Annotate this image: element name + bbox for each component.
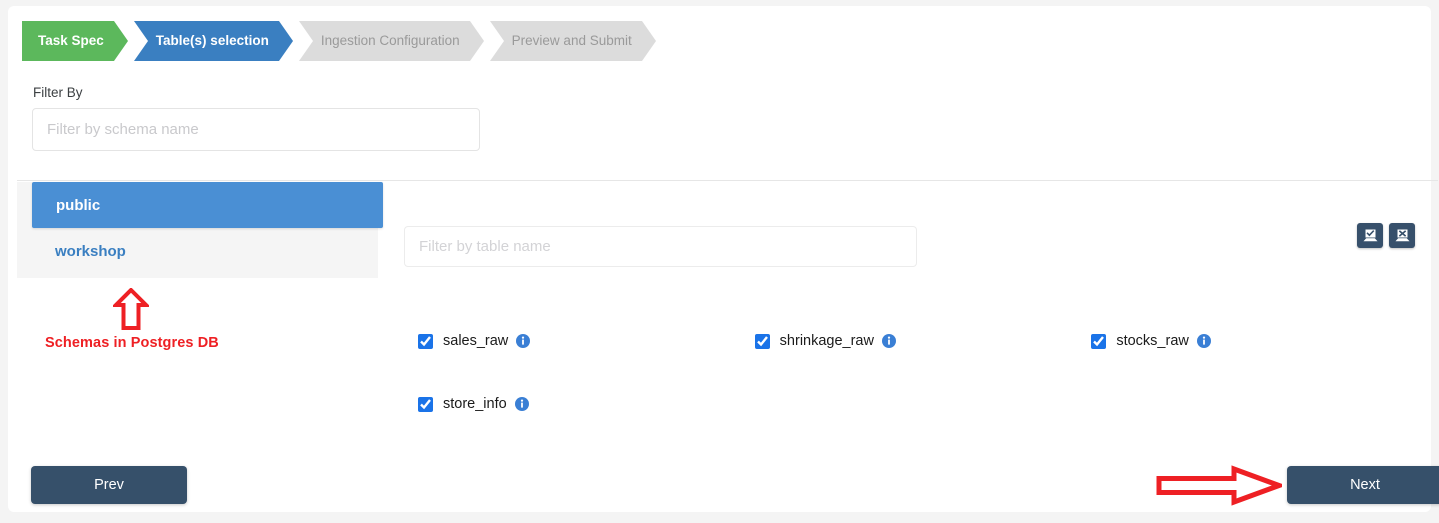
annotation-up-arrow-icon bbox=[113, 288, 149, 330]
table-name-label: shrinkage_raw bbox=[779, 333, 874, 349]
info-icon[interactable] bbox=[881, 334, 896, 348]
next-button[interactable]: Next bbox=[1287, 466, 1439, 504]
wizard-step-label: Ingestion Configuration bbox=[320, 33, 460, 49]
bulk-actions bbox=[1357, 223, 1415, 248]
table-item-store-info[interactable]: store_info bbox=[418, 395, 761, 417]
table-name-label: sales_raw bbox=[443, 333, 509, 349]
schema-filter-input[interactable] bbox=[32, 108, 480, 151]
annotation-caption: Schemas in Postgres DB bbox=[45, 335, 219, 351]
info-icon[interactable] bbox=[514, 397, 529, 411]
section-divider bbox=[17, 180, 1438, 181]
step-arrow-head bbox=[469, 21, 484, 61]
sidebar-item-workshop[interactable]: workshop bbox=[17, 228, 378, 274]
step-tail-notch bbox=[133, 21, 148, 61]
step-tail-notch bbox=[298, 21, 313, 61]
wizard-step-task-spec[interactable]: Task Spec bbox=[22, 21, 128, 61]
step-arrow-head bbox=[113, 21, 128, 61]
table-item-shrinkage-raw[interactable]: shrinkage_raw bbox=[754, 332, 1092, 354]
table-checkbox[interactable] bbox=[1091, 334, 1107, 349]
table-row: sales_raw shrinkage_raw stocks_raw bbox=[418, 332, 1428, 395]
info-icon[interactable] bbox=[516, 334, 531, 348]
table-filter-input[interactable] bbox=[404, 226, 917, 267]
table-name-label: stocks_raw bbox=[1116, 333, 1189, 349]
select-all-button[interactable] bbox=[1357, 223, 1383, 248]
table-item-sales-raw[interactable]: sales_raw bbox=[418, 332, 755, 354]
wizard-steps: Task Spec Table(s) selection Ingestion C… bbox=[22, 21, 662, 61]
tables-list: sales_raw shrinkage_raw stocks_raw store… bbox=[418, 332, 1428, 458]
check-all-icon bbox=[1363, 229, 1377, 241]
schema-list: public workshop bbox=[17, 182, 383, 278]
info-icon[interactable] bbox=[1196, 334, 1211, 348]
step-tail-notch bbox=[489, 21, 504, 61]
sidebar-item-label: workshop bbox=[55, 242, 126, 260]
uncheck-all-icon bbox=[1395, 229, 1409, 241]
wizard-step-preview-and-submit[interactable]: Preview and Submit bbox=[489, 21, 656, 61]
wizard-step-ingestion-configuration[interactable]: Ingestion Configuration bbox=[298, 21, 484, 61]
wizard-card: Task Spec Table(s) selection Ingestion C… bbox=[8, 6, 1439, 512]
sidebar-item-public[interactable]: public bbox=[32, 182, 383, 228]
step-arrow-head bbox=[641, 21, 656, 61]
deselect-all-button[interactable] bbox=[1389, 223, 1415, 248]
filter-by-label: Filter By bbox=[33, 85, 83, 100]
wizard-step-label: Task Spec bbox=[38, 33, 104, 49]
wizard-step-label: Table(s) selection bbox=[155, 33, 269, 49]
step-arrow-head bbox=[278, 21, 293, 61]
sidebar-item-label: public bbox=[56, 196, 101, 214]
table-checkbox[interactable] bbox=[418, 334, 433, 349]
prev-button[interactable]: Prev bbox=[31, 466, 187, 504]
wizard-step-label: Preview and Submit bbox=[511, 33, 632, 49]
table-name-label: store_info bbox=[443, 396, 507, 412]
annotation-right-arrow-icon bbox=[1156, 465, 1282, 506]
table-checkbox[interactable] bbox=[418, 397, 433, 412]
wizard-step-tables-selection[interactable]: Table(s) selection bbox=[133, 21, 293, 61]
table-row: store_info bbox=[418, 395, 1428, 458]
page-background: Task Spec Table(s) selection Ingestion C… bbox=[0, 0, 1439, 523]
table-item-stocks-raw[interactable]: stocks_raw bbox=[1091, 332, 1428, 354]
table-checkbox[interactable] bbox=[754, 334, 770, 349]
